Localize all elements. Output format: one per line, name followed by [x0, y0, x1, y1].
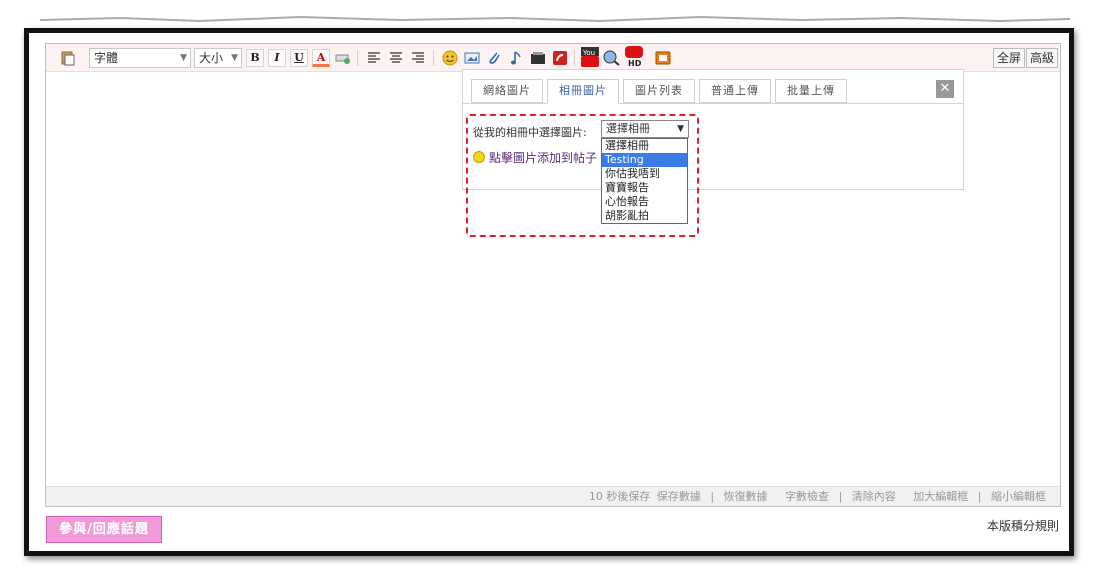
- youtube-icon[interactable]: You: [581, 47, 599, 67]
- popup-tabs: 網絡圖片 相冊圖片 圖片列表 普通上傳 批量上傳 ✕: [463, 70, 963, 104]
- advanced-mode-button[interactable]: 高級: [1026, 48, 1059, 68]
- editor-statusbar: 10 秒後保存 保存數據 | 恢復數據 字數檢查 | 清除內容 加大編輯框 | …: [46, 486, 1060, 506]
- font-size-select[interactable]: 大小 ▼: [194, 48, 242, 68]
- smiley-icon[interactable]: [442, 50, 458, 66]
- enlarge-editor-link[interactable]: 加大編輯框: [913, 490, 968, 503]
- status-separator: |: [710, 490, 715, 503]
- close-icon[interactable]: ✕: [936, 80, 954, 98]
- bold-button[interactable]: B: [246, 49, 264, 67]
- align-left-icon[interactable]: [366, 50, 382, 66]
- italic-button[interactable]: I: [268, 49, 286, 67]
- underline-button[interactable]: U: [290, 49, 308, 67]
- font-family-label: 字體: [94, 51, 119, 65]
- word-check-link[interactable]: 字數檢查: [785, 490, 829, 503]
- editor-toolbar: 字體 ▼ 大小 ▼ B I U A You HD 全屏 高級: [46, 44, 1060, 72]
- chevron-down-icon: ▼: [231, 53, 238, 63]
- attachment-icon[interactable]: [486, 50, 502, 66]
- fullscreen-button[interactable]: 全屏: [993, 48, 1026, 68]
- tab-image-list[interactable]: 圖片列表: [623, 79, 695, 103]
- shrink-editor-link[interactable]: 縮小編輯框: [991, 490, 1046, 503]
- tab-batch-upload[interactable]: 批量上傳: [775, 79, 847, 103]
- image-icon[interactable]: [464, 50, 480, 66]
- board-points-rules-link[interactable]: 本版積分規則: [987, 517, 1059, 534]
- torn-edge-decoration: [40, 15, 1070, 23]
- music-icon[interactable]: [508, 50, 524, 66]
- align-center-icon[interactable]: [388, 50, 404, 66]
- reply-topic-button[interactable]: 參與/回應話題: [46, 516, 162, 543]
- toolbar-separator: [574, 50, 575, 66]
- align-right-icon[interactable]: [410, 50, 426, 66]
- status-separator: |: [977, 490, 982, 503]
- font-size-label: 大小: [199, 51, 224, 65]
- svg-text:HD: HD: [628, 59, 642, 68]
- toolbar-separator: [357, 50, 358, 66]
- text-color-button[interactable]: A: [312, 49, 330, 67]
- search-video-icon[interactable]: [603, 50, 621, 66]
- youtube-hd-icon[interactable]: HD: [624, 46, 644, 68]
- slideshow-icon[interactable]: [655, 50, 671, 66]
- restore-data-link[interactable]: 恢復數據: [724, 490, 768, 503]
- link-icon[interactable]: [335, 50, 351, 66]
- autosave-timer: 10 秒後保存: [588, 490, 651, 503]
- chevron-down-icon: ▼: [180, 53, 187, 63]
- highlight-dashed-box: [466, 114, 699, 237]
- tab-web-image[interactable]: 網絡圖片: [471, 79, 543, 103]
- clear-content-link[interactable]: 清除內容: [852, 490, 896, 503]
- flash-icon[interactable]: [552, 50, 568, 66]
- svg-text:You: You: [582, 49, 595, 57]
- paste-icon[interactable]: [60, 50, 76, 66]
- tab-normal-upload[interactable]: 普通上傳: [699, 79, 771, 103]
- status-separator: |: [838, 490, 843, 503]
- tab-album-image[interactable]: 相冊圖片: [547, 79, 619, 104]
- video-icon[interactable]: [530, 50, 546, 66]
- toolbar-separator: [433, 50, 434, 66]
- save-data-link[interactable]: 保存數據: [657, 490, 701, 503]
- font-family-select[interactable]: 字體 ▼: [89, 48, 191, 68]
